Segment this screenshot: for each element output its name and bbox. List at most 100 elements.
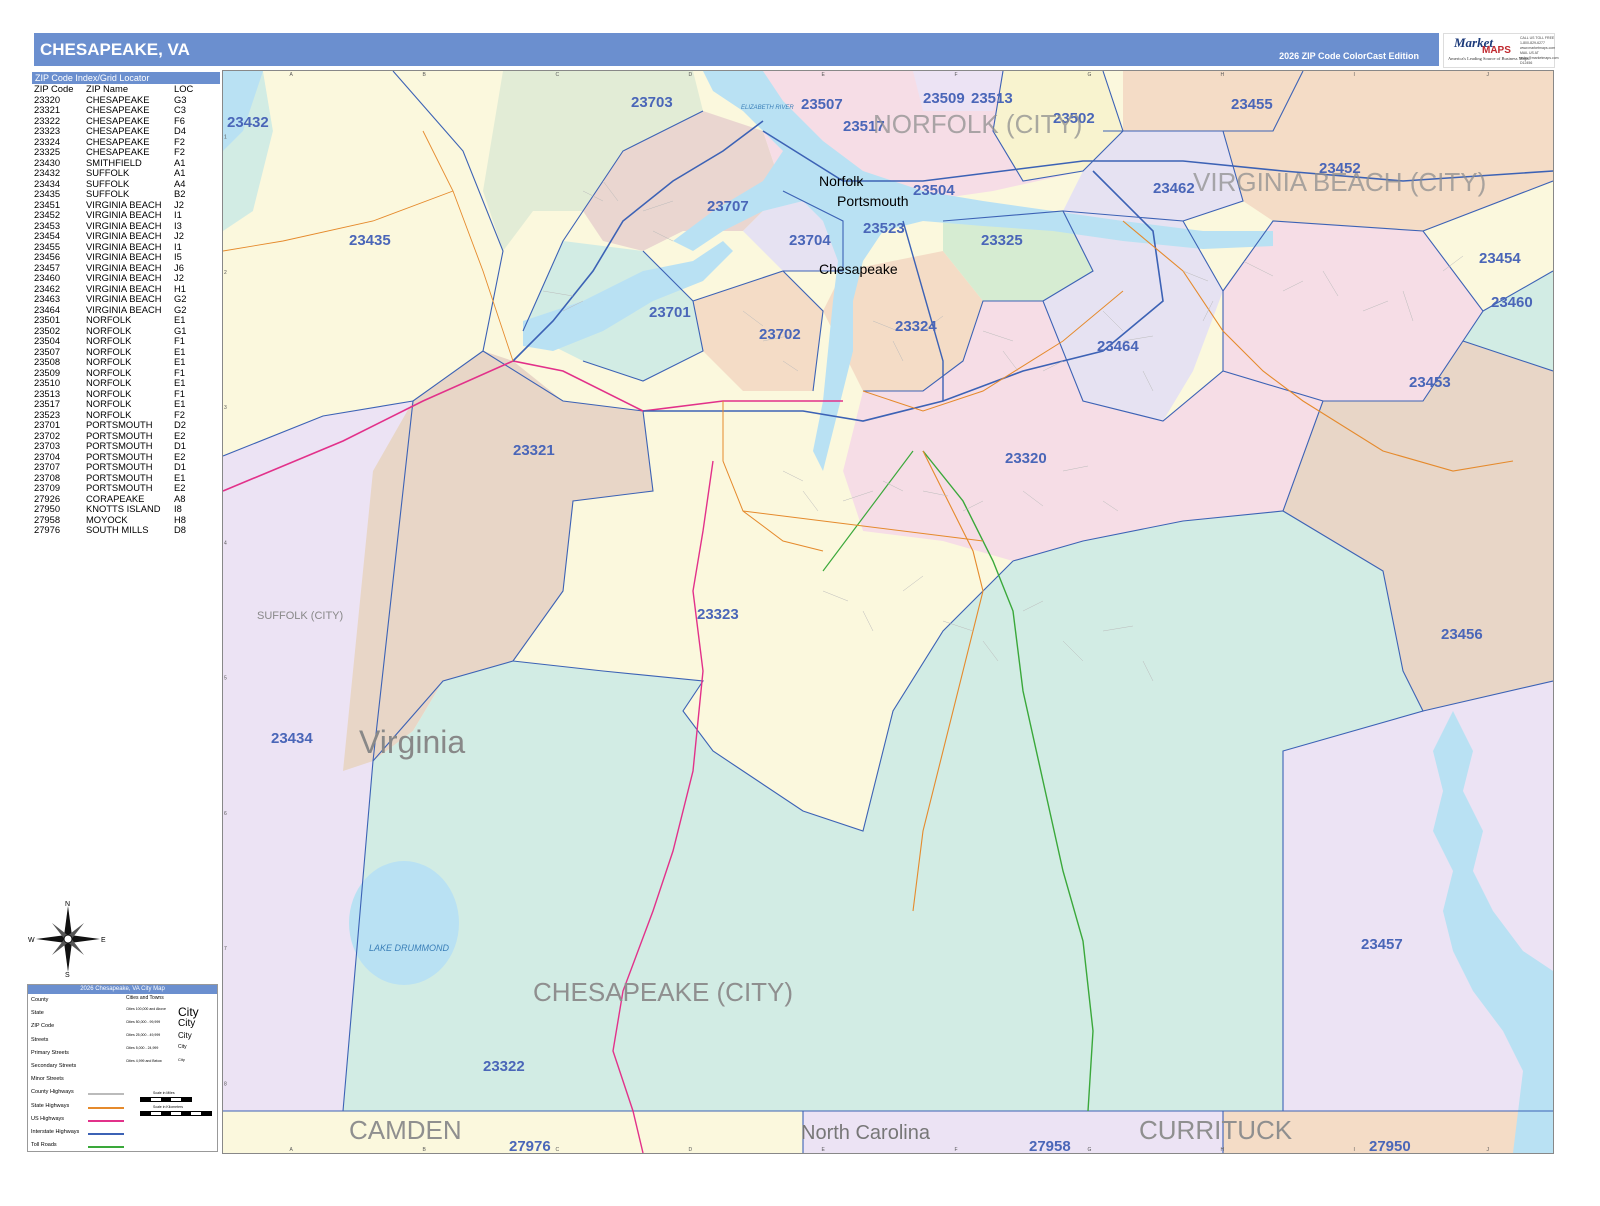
- legend-line-swatch: [88, 1133, 124, 1135]
- grid-loc-cell: E1: [174, 314, 186, 325]
- county-label-currituck: CURRITUCK: [1139, 1115, 1293, 1145]
- compass-south: S: [65, 972, 70, 978]
- zip-code-cell: 23460: [34, 272, 61, 283]
- market-maps-logo: Market MAPS America's Leading Source of …: [1443, 33, 1559, 68]
- grid-column-label: F: [955, 72, 958, 78]
- logo-contact: CALL US TOLL FREE 1-800-829-6277 www.mar…: [1520, 36, 1559, 66]
- zip-code-cell: 23707: [34, 461, 61, 472]
- edition-label: 2026 ZIP Code ColorCast Edition: [1279, 51, 1419, 61]
- zip-label-27958: 27958: [1029, 1138, 1071, 1153]
- logo-brand-bottom: MAPS: [1482, 45, 1511, 56]
- legend-line-swatch: [88, 1106, 124, 1109]
- zip-label-23322: 23322: [483, 1058, 525, 1075]
- zip-label-23432: 23432: [227, 114, 269, 131]
- zip-index-row: 23454 VIRGINIA BEACH J2: [32, 230, 220, 242]
- zip-index-row: 23504 NORFOLK F1: [32, 335, 220, 347]
- grid-loc-cell: I8: [174, 503, 182, 514]
- county-label-camden: CAMDEN: [349, 1115, 462, 1145]
- zip-label-23704: 23704: [789, 232, 831, 249]
- grid-column-label: C: [556, 72, 560, 78]
- state-label-virginia: Virginia: [359, 724, 465, 760]
- zip-label-23456: 23456: [1441, 626, 1483, 643]
- zip-index-rows: 23320 CHESAPEAKE G3 23321 CHESAPEAKE C3 23322 C…: [32, 94, 220, 536]
- legend-item-label: ZIP Code: [31, 1023, 55, 1030]
- zip-name-cell: VIRGINIA BEACH: [86, 293, 162, 304]
- zip-name-cell: PORTSMOUTH: [86, 419, 153, 430]
- state-label-north-carolina: North Carolina: [801, 1122, 931, 1144]
- compass-star-icon: [36, 906, 100, 972]
- grid-loc-cell: C3: [174, 104, 186, 115]
- zip-label-23455: 23455: [1231, 96, 1273, 113]
- zip-label-23462: 23462: [1153, 180, 1195, 197]
- zip-label-23454: 23454: [1479, 250, 1521, 267]
- legend-item-label: Minor Streets: [31, 1076, 64, 1083]
- zip-code-cell: 23452: [34, 209, 61, 220]
- legend-cities-title: Cities and Towns: [126, 995, 164, 1001]
- zip-name-cell: SUFFOLK: [86, 188, 130, 199]
- zip-label-23523: 23523: [863, 220, 905, 237]
- grid-loc-cell: E1: [174, 398, 186, 409]
- zip-name-cell: CHESAPEAKE: [86, 125, 150, 136]
- grid-loc-cell: E1: [174, 377, 186, 388]
- legend-item-label: Toll Roads: [31, 1142, 57, 1149]
- grid-loc-cell: F2: [174, 146, 185, 157]
- zip-area-23455: [1123, 71, 1303, 131]
- region-label-virginia-beach-city: VIRGINIA BEACH (CITY): [1193, 167, 1486, 197]
- legend-city-class: Cities 4,999 and Below: [126, 1059, 162, 1063]
- zip-index-row: 23452 VIRGINIA BEACH I1: [32, 209, 220, 221]
- zip-label-23702: 23702: [759, 326, 801, 343]
- map-legend: 2026 Chesapeake, VA City Map County State…: [27, 984, 218, 1152]
- legend-title: 2026 Chesapeake, VA City Map: [28, 985, 217, 994]
- zip-name-cell: KNOTTS ISLAND: [86, 503, 161, 514]
- zip-index-row: 23510 NORFOLK E1: [32, 377, 220, 389]
- map-title: CHESAPEAKE, VA: [40, 40, 190, 59]
- zip-code-cell: 27976: [34, 524, 61, 535]
- zip-index-row: 27976 SOUTH MILLS D8: [32, 524, 220, 536]
- zip-index-row: 27950 KNOTTS ISLAND I8: [32, 503, 220, 515]
- scale-bar-km: [140, 1111, 212, 1116]
- grid-loc-cell: F1: [174, 335, 185, 346]
- zip-name-cell: NORFOLK: [86, 335, 132, 346]
- zip-code-cell: 23504: [34, 335, 61, 346]
- compass-north: N: [65, 901, 70, 908]
- legend-city-class: Cities 5,000 - 24,999: [126, 1046, 159, 1050]
- zip-name-cell: VIRGINIA BEACH: [86, 272, 162, 283]
- zip-index-header: ZIP Code ZIP Name LOC: [32, 83, 220, 95]
- zip-index-row: 23460 VIRGINIA BEACH J2: [32, 272, 220, 284]
- legend-item-label: State: [31, 1010, 44, 1017]
- zip-index-row: 23508 NORFOLK E1: [32, 356, 220, 368]
- grid-loc-cell: A1: [174, 167, 186, 178]
- zip-label-27950: 27950: [1369, 1138, 1411, 1153]
- zip-label-23435: 23435: [349, 232, 391, 249]
- zip-index-row: 23321 CHESAPEAKE C3: [32, 104, 220, 116]
- grid-row-label: 1: [224, 135, 227, 141]
- zip-label-23707: 23707: [707, 198, 749, 215]
- grid-loc-cell: D4: [174, 125, 186, 136]
- grid-column-label: D: [689, 1147, 693, 1153]
- zip-name-cell: SUFFOLK: [86, 167, 130, 178]
- grid-loc-cell: D2: [174, 419, 186, 430]
- grid-column-label: H: [1221, 1147, 1225, 1153]
- grid-row-label: 7: [224, 946, 227, 952]
- zip-code-cell: 27950: [34, 503, 61, 514]
- legend-item-label: State Highways: [31, 1102, 70, 1109]
- water-label-lake-drummond: LAKE DRUMMOND: [369, 943, 450, 953]
- lake-drummond-water: [349, 861, 459, 985]
- compass-east: E: [101, 937, 106, 944]
- compass-west: W: [28, 937, 35, 944]
- zip-code-cell: 23510: [34, 377, 61, 388]
- zip-label-23460: 23460: [1491, 294, 1533, 311]
- legend-line-swatch: [88, 1093, 124, 1096]
- zip-label-23509: 23509: [923, 90, 965, 107]
- zip-index-row: 23463 VIRGINIA BEACH G2: [32, 293, 220, 305]
- legend-city-sample: City: [178, 1057, 185, 1062]
- legend-city-sample: City: [178, 1031, 192, 1040]
- grid-column-label: H: [1221, 72, 1225, 78]
- legend-item-label: Secondary Streets: [31, 1063, 77, 1069]
- grid-loc-cell: I5: [174, 251, 182, 262]
- zip-code-cell: 23709: [34, 482, 61, 493]
- compass-rose: N S W E: [28, 901, 106, 978]
- zip-index-row: 23703 PORTSMOUTH D1: [32, 440, 220, 452]
- zip-code-cell: 23501: [34, 314, 61, 325]
- zip-name-cell: NORFOLK: [86, 356, 132, 367]
